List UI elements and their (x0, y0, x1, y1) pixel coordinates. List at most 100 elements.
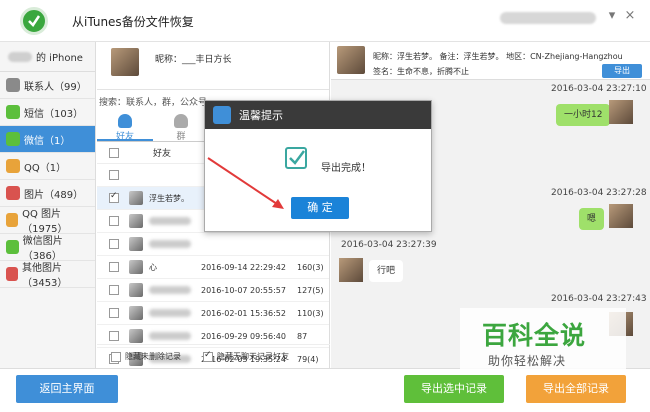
select-all-checkbox[interactable] (109, 147, 119, 158)
avatar (609, 204, 633, 228)
app-title: 从iTunes备份文件恢复 (72, 15, 194, 29)
avatar (337, 46, 365, 74)
message-bubble: 嗯 (579, 208, 605, 230)
device-name: 的 iPhone (0, 42, 95, 72)
table-row[interactable]: 2016-10-07 20:55:57 127(5) (97, 279, 329, 302)
sidebar-item-qq[interactable]: QQ（1） (0, 153, 95, 180)
hide-no-chat-checkbox[interactable] (203, 350, 213, 362)
ok-button[interactable]: 确 定 (291, 197, 349, 219)
sidebar-item-wechat-photos[interactable]: 微信图片（386） (0, 234, 95, 262)
profile-nickname: 昵称：___丰日方长 (155, 55, 232, 65)
other-photos-icon (6, 267, 18, 281)
table-row[interactable]: 2016-02-01 15:36:52 110(3) (97, 302, 329, 325)
message-count: 127(5) (297, 285, 324, 295)
sidebar-item-sms[interactable]: 短信（103） (0, 99, 95, 126)
chat-header: 昵称：浮生若梦。 备注：浮生若梦。 地区：CN-Zhejiang-Hangzho… (331, 42, 650, 80)
avatar (129, 283, 143, 297)
dialog-title: 温馨提示 (239, 109, 283, 122)
hide-deleted-label: 隐藏未删除记录 (125, 352, 181, 361)
groups-icon (174, 114, 188, 128)
sidebar-item-contacts[interactable]: 联系人（99） (0, 72, 95, 99)
avatar (129, 306, 143, 320)
account-profile: 昵称：___丰日方长 (97, 42, 329, 90)
message-time: 2016-03-04 23:27:28 (551, 188, 647, 198)
hide-no-chat-label: 隐藏无聊天记录好友 (217, 352, 289, 361)
row-checkbox[interactable] (109, 170, 119, 180)
sidebar: 的 iPhone 联系人（99） 短信（103） 微信（1） QQ（1） 图片（489）… (0, 42, 96, 368)
row-checkbox[interactable] (109, 285, 119, 295)
close-icon[interactable]: × (622, 8, 638, 24)
contact-name (149, 309, 191, 317)
row-checkbox[interactable] (109, 239, 119, 249)
watermark: 百科全说 助你轻松解决 (460, 308, 626, 372)
last-chat-date: 2016-02-01 15:36:52 (201, 308, 286, 318)
app-logo-icon (20, 7, 48, 35)
sidebar-item-qq-photos[interactable]: QQ 图片（1975） (0, 207, 95, 235)
contact-name (149, 332, 191, 340)
bottom-toolbar: 返回主界面 导出选中记录 导出全部记录 (0, 368, 650, 412)
sms-icon (6, 105, 20, 119)
sidebar-item-photos[interactable]: 图片（489） (0, 180, 95, 207)
contact-name: 心 (149, 262, 157, 272)
row-checkbox[interactable] (109, 331, 119, 341)
contact-name (149, 286, 191, 294)
contact-name (149, 217, 191, 225)
contact-info: 昵称：浮生若梦。 备注：浮生若梦。 地区：CN-Zhejiang-Hangzho… (373, 52, 623, 61)
table-row[interactable]: 心 2016-09-14 22:29:42 160(3) (97, 256, 329, 279)
sidebar-item-label: 联系人（99） (24, 81, 87, 93)
sidebar-item-label: 短信（103） (24, 108, 84, 120)
avatar (129, 260, 143, 274)
avatar (129, 237, 143, 251)
wechat-photos-icon (6, 240, 19, 254)
avatar (129, 191, 143, 205)
row-checkbox[interactable] (109, 216, 119, 226)
table-row[interactable] (97, 233, 329, 256)
photos-icon (6, 186, 20, 200)
friends-icon (118, 114, 132, 128)
avatar (129, 329, 143, 343)
avatar (111, 48, 139, 76)
contact-name (149, 240, 191, 248)
title-bar: 从iTunes备份文件恢复 ▾ × (0, 0, 650, 42)
sidebar-item-other-photos[interactable]: 其他图片（3453） (0, 261, 95, 289)
qq-icon (6, 159, 20, 173)
back-to-main-button[interactable]: 返回主界面 (16, 375, 118, 403)
device-label: 的 iPhone (36, 53, 83, 64)
message-bubble: 一小时12 (556, 104, 611, 126)
dialog-titlebar: 温馨提示 (205, 101, 431, 129)
sidebar-item-label: QQ 图片（1975） (22, 209, 68, 235)
tab-groups[interactable]: 群 (153, 112, 209, 142)
avatar (129, 214, 143, 228)
export-selected-button[interactable]: 导出选中记录 (404, 375, 504, 403)
message-count: 160(3) (297, 262, 324, 272)
sidebar-item-label: 微信（1） (24, 135, 71, 147)
sidebar-item-wechat[interactable]: 微信（1） (0, 126, 95, 153)
row-checkbox[interactable] (109, 262, 119, 272)
sidebar-item-label: QQ（1） (24, 162, 67, 174)
row-checkbox[interactable] (109, 308, 119, 318)
row-checkbox[interactable] (109, 191, 119, 203)
avatar (339, 258, 363, 282)
contact-signature: 签名：生命不息，折腾不止 (373, 67, 469, 76)
hide-deleted-checkbox[interactable] (111, 351, 121, 362)
last-chat-date: 2016-09-29 09:56:40 (201, 331, 286, 341)
message-count: 110(3) (297, 308, 324, 318)
tab-friends[interactable]: 好友 (97, 112, 153, 142)
contacts-icon (6, 78, 20, 92)
dialog-message: 导出完成！ (321, 163, 371, 174)
dialog-app-icon (213, 106, 231, 124)
avatar (609, 100, 633, 124)
sidebar-item-label: 其他图片（3453） (21, 263, 68, 289)
watermark-subtitle: 助你轻松解决 (488, 354, 567, 368)
message-time: 2016-03-04 23:27:39 (341, 240, 437, 250)
contact-name: 浮生若梦。 (149, 193, 189, 203)
user-account-blurred (500, 12, 596, 24)
column-friends: 好友 (153, 149, 172, 159)
export-all-button[interactable]: 导出全部记录 (526, 375, 626, 403)
menu-icon[interactable]: ▾ (604, 8, 620, 24)
export-button[interactable]: 导出 (602, 64, 642, 78)
filter-options: 隐藏未删除记录 隐藏无聊天记录好友 (97, 344, 330, 368)
message-time: 2016-03-04 23:27:10 (551, 84, 647, 94)
sidebar-item-label: 微信图片（386） (22, 236, 63, 262)
message-bubble: 行吧 (369, 260, 404, 282)
